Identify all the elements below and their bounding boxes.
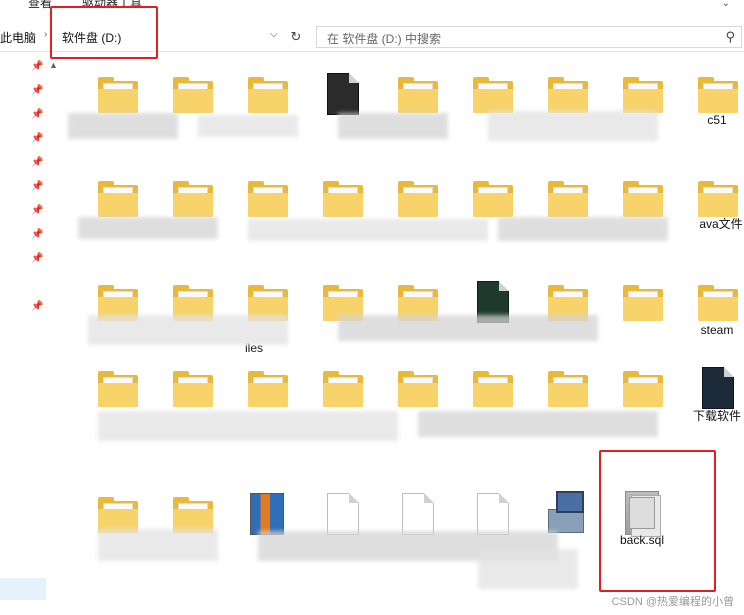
- folder-icon: [623, 371, 663, 407]
- redacted-label: [338, 113, 448, 139]
- folder-item[interactable]: [305, 165, 379, 265]
- folder-icon: [98, 371, 138, 407]
- folder-item[interactable]: [230, 61, 304, 161]
- redacted-label: [98, 411, 398, 441]
- redacted-label: [198, 115, 298, 137]
- folder-icon: [698, 181, 738, 217]
- folder-icon: [398, 77, 438, 113]
- scroll-up-icon[interactable]: ▲: [49, 60, 58, 70]
- folder-item[interactable]: [80, 61, 154, 161]
- folder-icon: [548, 371, 588, 407]
- breadcrumb-separator-icon[interactable]: ›: [44, 29, 47, 40]
- app-item[interactable]: [305, 61, 379, 161]
- redacted-label: [498, 217, 668, 241]
- folder-item[interactable]: [230, 165, 304, 265]
- pin-icon[interactable]: 📌: [31, 301, 43, 312]
- refresh-icon[interactable]: ↻: [287, 26, 305, 48]
- pin-icon[interactable]: 📌: [31, 181, 43, 192]
- folder-item-steam[interactable]: steam: [680, 269, 744, 369]
- app-icon: [327, 73, 359, 115]
- folder-item[interactable]: [605, 269, 679, 369]
- breadcrumb-this-pc[interactable]: 此电脑: [0, 29, 36, 46]
- folder-item-java[interactable]: ava文件: [680, 165, 744, 265]
- item-label: c51: [707, 113, 727, 127]
- folder-icon: [698, 285, 738, 321]
- redacted-label: [78, 217, 218, 239]
- redacted-label: [338, 315, 598, 341]
- folder-item[interactable]: [155, 165, 229, 265]
- folder-icon: [98, 497, 138, 533]
- redacted-label: [68, 113, 178, 139]
- redacted-label: [88, 315, 288, 345]
- redacted-label: [248, 219, 488, 241]
- annotation-box-sql-file: [599, 450, 716, 592]
- folder-icon: [398, 371, 438, 407]
- folder-icon: [623, 181, 663, 217]
- app-icon: [702, 367, 734, 409]
- installer-icon: [548, 491, 588, 535]
- redacted-label: [478, 549, 578, 589]
- folder-icon: [98, 181, 138, 217]
- folder-icon: [173, 77, 213, 113]
- pin-icon[interactable]: 📌: [31, 229, 43, 240]
- item-label: steam: [700, 323, 734, 337]
- folder-icon: [623, 285, 663, 321]
- pin-icon[interactable]: 📌: [31, 61, 43, 72]
- file-icon: [477, 493, 509, 535]
- folder-icon: [248, 371, 288, 407]
- pin-icon[interactable]: 📌: [31, 85, 43, 96]
- folder-icon: [473, 371, 513, 407]
- folder-icon: [698, 77, 738, 113]
- folder-icon: [398, 181, 438, 217]
- folder-icon: [548, 77, 588, 113]
- folder-item[interactable]: [455, 165, 529, 265]
- item-label: 下载软件: [692, 409, 741, 423]
- pin-icon[interactable]: 📌: [31, 205, 43, 216]
- redacted-label: [418, 411, 658, 437]
- address-dropdown-icon[interactable]: ⌵: [270, 29, 278, 40]
- folder-item[interactable]: [530, 355, 604, 455]
- search-placeholder: 在 软件盘 (D:) 中搜索: [327, 32, 441, 46]
- folder-item[interactable]: [380, 61, 454, 161]
- item-label: ava文件: [699, 217, 743, 231]
- folder-item[interactable]: [530, 165, 604, 265]
- folder-icon: [98, 77, 138, 113]
- folder-icon: [173, 497, 213, 533]
- annotation-box-address: [50, 6, 158, 59]
- folder-item[interactable]: [455, 355, 529, 455]
- watermark: CSDN @热爱编程的小曾: [611, 596, 734, 608]
- search-icon[interactable]: ⚲: [725, 29, 735, 45]
- pin-icon[interactable]: 📌: [31, 157, 43, 168]
- folder-item-downloads[interactable]: 下载软件: [680, 355, 744, 455]
- folder-item-c51[interactable]: c51: [680, 61, 744, 161]
- pin-icon[interactable]: 📌: [31, 253, 43, 264]
- redacted-label: [488, 111, 658, 141]
- archive-icon: [250, 493, 284, 535]
- folder-icon: [323, 181, 363, 217]
- folder-item[interactable]: [80, 165, 154, 265]
- folder-icon: [323, 371, 363, 407]
- folder-item[interactable]: [380, 165, 454, 265]
- folder-icon: [548, 181, 588, 217]
- chevron-down-icon[interactable]: ⌄: [722, 0, 730, 9]
- redacted-label: [98, 529, 218, 561]
- file-icon: [402, 493, 434, 535]
- search-input[interactable]: 在 软件盘 (D:) 中搜索 ⚲: [316, 26, 742, 48]
- folder-icon: [473, 181, 513, 217]
- folder-item[interactable]: [155, 61, 229, 161]
- folder-icon: [248, 77, 288, 113]
- pin-icon[interactable]: 📌: [31, 133, 43, 144]
- nav-selected-item[interactable]: [0, 578, 46, 600]
- folder-icon: [173, 181, 213, 217]
- folder-item[interactable]: [605, 165, 679, 265]
- navigation-pane: 📌 📌 📌 📌 📌 📌 📌 📌 📌 📌: [0, 53, 46, 615]
- tab-view[interactable]: 查看: [28, 0, 52, 11]
- folder-icon: [473, 77, 513, 113]
- pin-icon[interactable]: 📌: [31, 109, 43, 120]
- folder-icon: [623, 77, 663, 113]
- file-icon: [327, 493, 359, 535]
- folder-item[interactable]: [605, 355, 679, 455]
- folder-icon: [248, 181, 288, 217]
- folder-icon: [173, 371, 213, 407]
